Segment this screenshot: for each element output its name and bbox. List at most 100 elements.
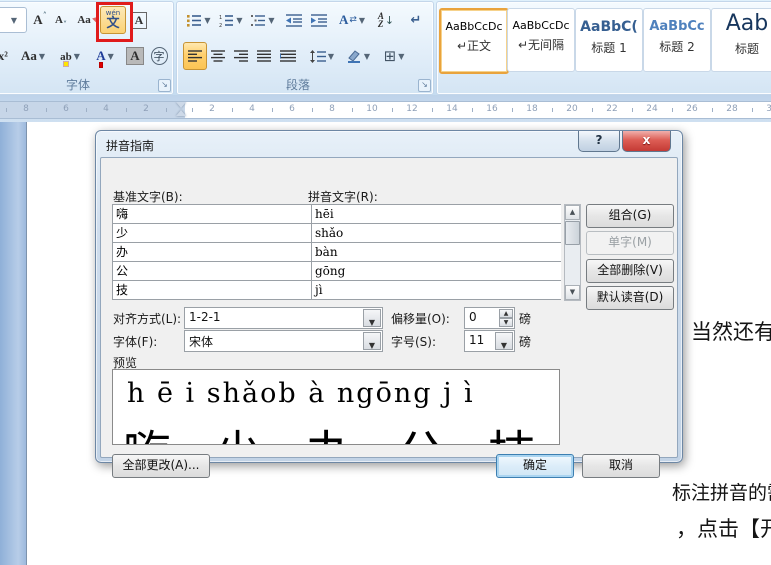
ruler-number: 2	[143, 104, 149, 114]
rows-scrollbar[interactable]: ▲ ▼	[564, 204, 581, 301]
ruby-text-field[interactable]: bàn	[312, 243, 561, 261]
ruler-number: 8	[23, 104, 29, 114]
font-color-button[interactable]: A ▼	[89, 42, 121, 70]
style-label: 标题 1	[576, 39, 642, 56]
ruler-number: 4	[103, 104, 109, 114]
ruler-number: 30	[766, 104, 771, 114]
bullets-button[interactable]: ▼	[183, 6, 215, 34]
styles-group: AaBbCcDc ↵正文 AaBbCcDc ↵无间隔 AaBbC( 标题 1 A…	[436, 1, 771, 95]
shading-button[interactable]: ▼	[341, 42, 375, 70]
change-all-button[interactable]: 全部更改(A)...	[112, 454, 210, 478]
chevron-down-icon[interactable]: ▼	[363, 332, 381, 350]
paragraph-dialog-launcher[interactable]: ↘	[418, 79, 431, 92]
shrink-font-button[interactable]: A˅	[50, 6, 72, 34]
offset-value: 0	[469, 310, 477, 324]
combine-button[interactable]: 组合(G)	[586, 204, 674, 228]
ruler-number: 10	[366, 104, 377, 114]
line-spacing-button[interactable]: ▼	[305, 42, 339, 70]
ruler-tick	[752, 108, 753, 112]
close-button[interactable]: x	[622, 131, 671, 152]
spin-down-icon[interactable]: ▼	[499, 318, 513, 327]
scroll-down-icon[interactable]: ▼	[565, 285, 580, 300]
borders-button[interactable]: ⊞ ▼	[377, 42, 411, 70]
ruler-number: 28	[726, 104, 737, 114]
svg-text:1: 1	[219, 15, 222, 21]
ruler-number: 12	[406, 104, 417, 114]
svg-text:2: 2	[219, 23, 222, 27]
dialog-title: 拼音指南	[106, 137, 154, 154]
ruby-text-field[interactable]: jì	[312, 281, 561, 299]
preview-base-text: 嗨 少 办 公 技	[123, 414, 550, 445]
chevron-down-icon[interactable]: ▼	[363, 309, 381, 327]
text-highlight-button[interactable]: ab ▼	[53, 42, 87, 70]
grow-font-button[interactable]: A˄	[29, 6, 51, 34]
highlight-icon: ab	[60, 50, 72, 63]
word-window: ▼ A˄ A˅ Aa▰ wén 文 A	[0, 0, 771, 565]
base-text-field[interactable]: 嗨	[113, 205, 312, 223]
multilevel-list-button[interactable]: ▼	[247, 6, 279, 34]
numbering-button[interactable]: 12 ▼	[215, 6, 247, 34]
default-reading-button[interactable]: 默认读音(D)	[586, 286, 674, 310]
enclose-characters-button[interactable]: 字	[147, 42, 171, 70]
style-label: 标题 2	[644, 38, 710, 55]
ruby-size-select[interactable]: 11 ▼	[464, 330, 515, 352]
style-chip-heading1[interactable]: AaBbC( 标题 1	[575, 8, 643, 72]
alignment-select[interactable]: 1-2-1 ▼	[184, 307, 383, 329]
style-chip-heading2[interactable]: AaBbCc 标题 2	[643, 8, 711, 72]
line-spacing-icon	[310, 50, 326, 63]
pinyin-guide-dialog: 拼音指南 ? x 基准文字(B): 拼音文字(R): 嗨 hēi 少 shǎo …	[95, 130, 683, 463]
font-dialog-launcher[interactable]: ↘	[158, 79, 171, 92]
ok-button[interactable]: 确定	[496, 454, 574, 478]
ruby-text-field[interactable]: shǎo	[312, 224, 561, 242]
base-text-field[interactable]: 技	[113, 281, 312, 299]
base-text-field[interactable]: 办	[113, 243, 312, 261]
horizontal-ruler: 864224681012141618202224262830	[0, 101, 771, 119]
style-chip-normal[interactable]: AaBbCcDc ↵正文	[439, 8, 509, 74]
page-left-margin	[0, 122, 27, 565]
asian-layout-arrows: ⇄	[349, 15, 357, 25]
delete-all-button[interactable]: 全部删除(V)	[586, 259, 674, 283]
scrollbar-thumb[interactable]	[565, 221, 580, 245]
chevron-down-icon[interactable]: ▼	[495, 332, 513, 350]
ruby-row: 公 gōng	[113, 262, 561, 281]
ruby-size-value: 11	[469, 333, 484, 347]
shrink-font-icon: A	[55, 14, 63, 26]
sort-button[interactable]: AZ ↓	[371, 6, 401, 34]
scroll-up-icon[interactable]: ▲	[565, 205, 580, 220]
base-text-field[interactable]: 公	[113, 262, 312, 280]
align-center-button[interactable]	[206, 42, 230, 70]
font-size-combo[interactable]: ▼	[0, 7, 27, 33]
ruler-tick	[166, 108, 167, 112]
align-left-button[interactable]	[183, 42, 207, 70]
style-preview: AaBbC(	[576, 19, 642, 35]
preview-ruby-text: h ē i shǎob à ngōng j ì	[127, 378, 475, 409]
ruby-font-select[interactable]: 宋体 ▼	[184, 330, 383, 352]
align-right-button[interactable]	[229, 42, 253, 70]
style-chip-no-spacing[interactable]: AaBbCcDc ↵无间隔	[507, 8, 575, 72]
indent-marker[interactable]	[176, 102, 187, 118]
ruby-text-field[interactable]: gōng	[312, 262, 561, 280]
justify-button[interactable]	[252, 42, 276, 70]
ruler-tick	[472, 108, 473, 112]
ruby-text-field[interactable]: hēi	[312, 205, 561, 223]
help-button[interactable]: ?	[578, 131, 620, 152]
cancel-button[interactable]: 取消	[582, 454, 660, 478]
increase-indent-button[interactable]	[306, 6, 332, 34]
ruby-font-label: 字体(F):	[113, 333, 157, 350]
document-text-fragment: ，当然还有	[670, 316, 771, 346]
change-case-button[interactable]: Aa ▼	[17, 42, 49, 70]
distribute-button[interactable]	[275, 42, 301, 70]
spin-up-icon[interactable]: ▲	[499, 309, 513, 318]
ruler-number: 6	[63, 104, 69, 114]
base-text-field[interactable]: 少	[113, 224, 312, 242]
character-shading-button[interactable]: A	[123, 42, 147, 70]
decrease-indent-button[interactable]	[281, 6, 307, 34]
offset-spinner[interactable]: 0 ▲▼	[464, 307, 515, 329]
ruby-size-label: 字号(S):	[391, 333, 436, 350]
style-chip-title[interactable]: Aab 标题	[711, 8, 771, 72]
preview-box: h ē i shǎob à ngōng j ì 嗨 少 办 公 技	[112, 369, 560, 445]
ruler-tick	[272, 108, 273, 112]
superscript-button[interactable]: x²	[0, 42, 15, 70]
asian-layout-button[interactable]: A ⇄ ▼	[335, 6, 369, 34]
show-marks-button[interactable]: ↵	[403, 6, 429, 34]
